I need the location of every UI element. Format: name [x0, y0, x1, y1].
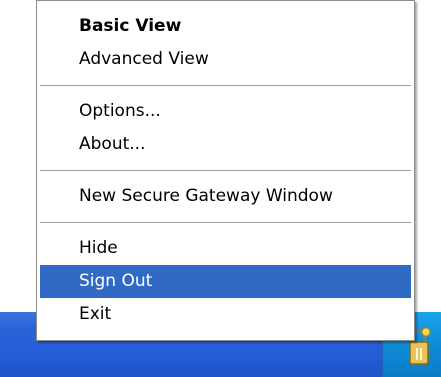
menu-item-about[interactable]: About... — [40, 128, 411, 161]
menu-item-sign-out[interactable]: Sign Out — [40, 265, 411, 298]
menu-item-hide[interactable]: Hide — [40, 232, 411, 265]
menu-separator — [40, 222, 411, 223]
menu-item-options[interactable]: Options... — [40, 95, 411, 128]
menu-item-basic-view[interactable]: Basic View — [40, 10, 411, 43]
menu-item-new-secure-gateway-window[interactable]: New Secure Gateway Window — [40, 180, 411, 213]
desktop: Basic View Advanced View Options... Abou… — [0, 0, 441, 377]
tray-context-menu: Basic View Advanced View Options... Abou… — [36, 0, 415, 341]
menu-separator — [40, 85, 411, 86]
menu-item-advanced-view[interactable]: Advanced View — [40, 43, 411, 76]
menu-item-exit[interactable]: Exit — [40, 298, 411, 331]
menu-separator — [40, 170, 411, 171]
